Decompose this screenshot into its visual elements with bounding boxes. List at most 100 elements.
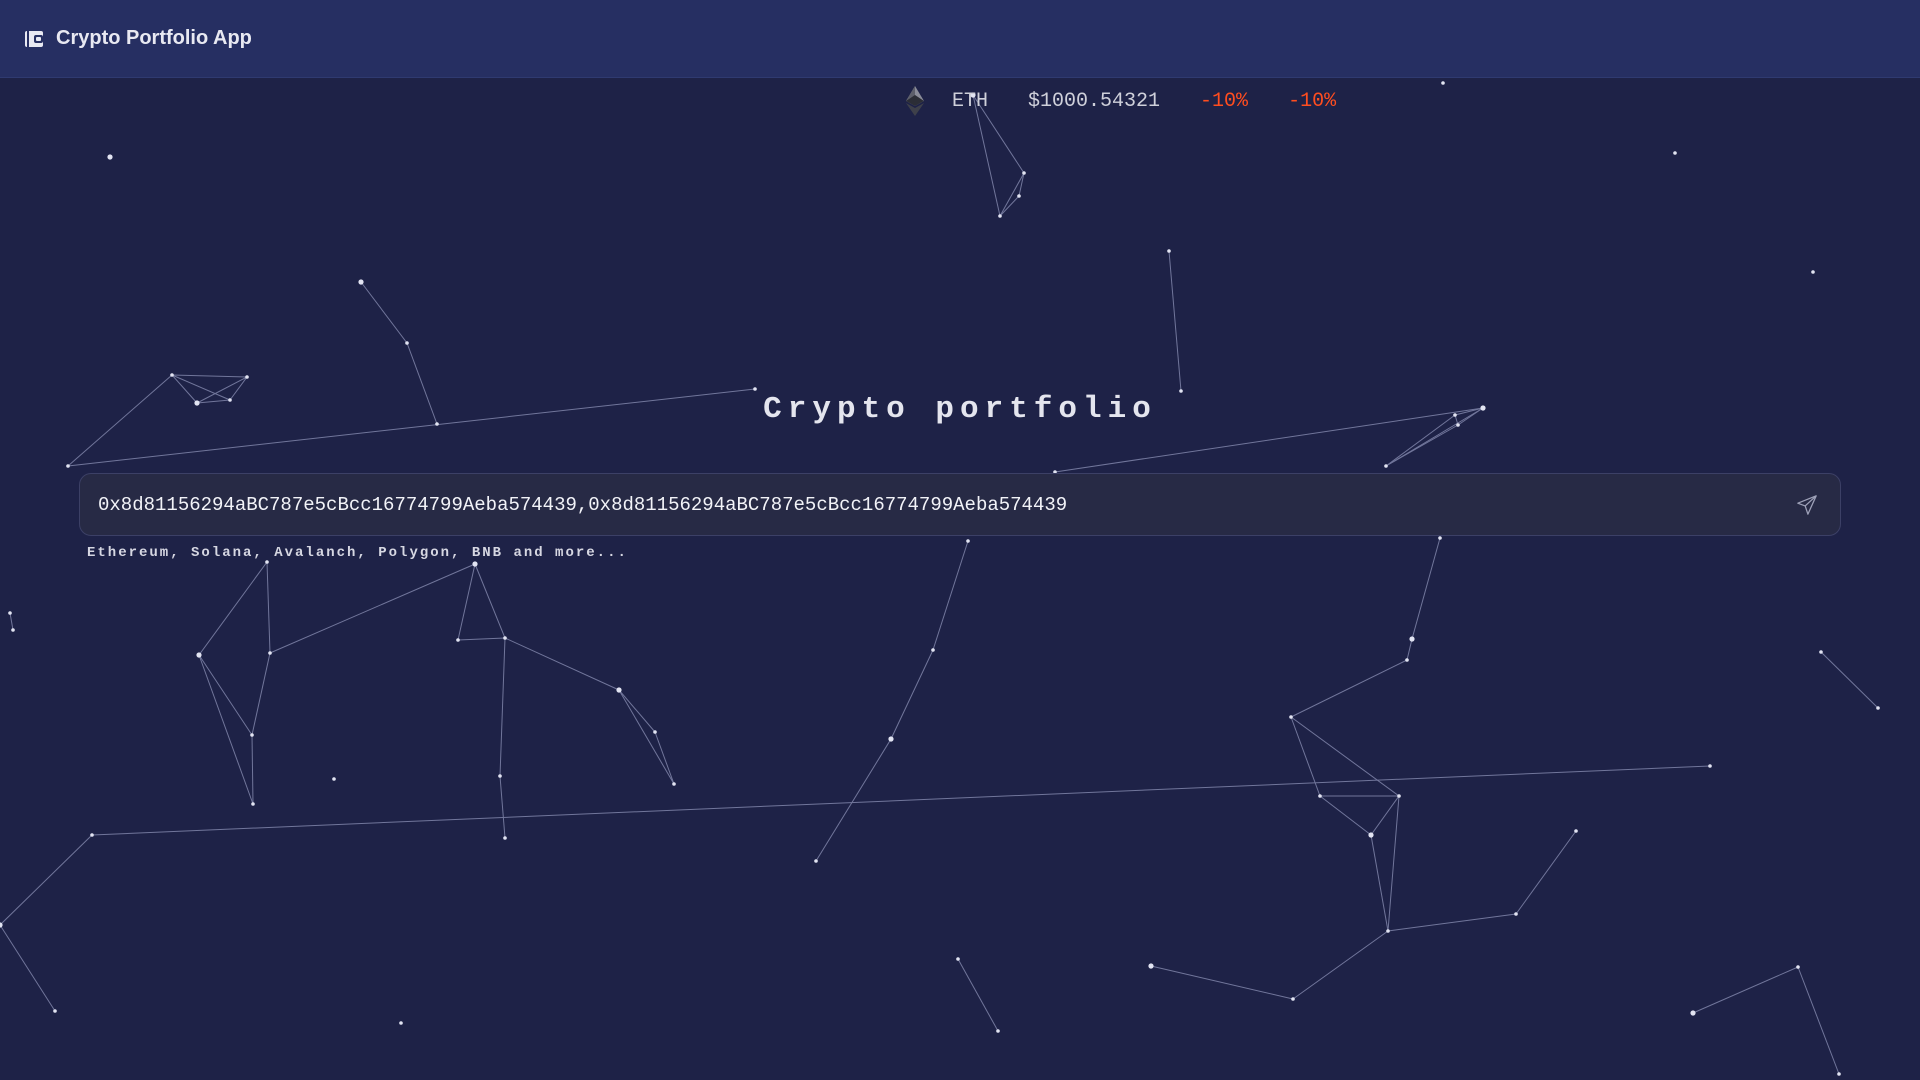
network-node — [1438, 536, 1442, 540]
network-line — [0, 834, 93, 926]
network-node — [358, 279, 364, 285]
network-node — [456, 638, 460, 642]
network-line — [1168, 250, 1182, 392]
network-node — [1514, 912, 1518, 916]
network-node — [1386, 929, 1390, 933]
network-node — [251, 802, 255, 806]
network-line — [815, 738, 892, 862]
network-line — [1292, 930, 1389, 1000]
app-header: Crypto Portfolio App — [0, 0, 1920, 78]
network-line — [654, 731, 675, 785]
network-node — [332, 777, 336, 781]
network-node — [1384, 464, 1388, 468]
network-line — [1692, 966, 1799, 1014]
ethereum-icon — [904, 85, 926, 117]
network-node — [653, 730, 657, 734]
network-line — [457, 563, 476, 641]
network-node — [888, 736, 894, 742]
network-line — [1290, 659, 1408, 718]
supported-chains-hint: Ethereum, Solana, Avalanch, Polygon, BNB… — [87, 545, 628, 561]
network-line — [999, 172, 1025, 217]
network-line — [1150, 965, 1294, 1000]
network-line — [504, 637, 620, 691]
network-node — [1017, 194, 1021, 198]
network-node — [672, 782, 676, 786]
network-node — [1409, 636, 1415, 642]
network-node — [1318, 794, 1322, 798]
network-node — [931, 648, 935, 652]
network-line — [1387, 913, 1517, 932]
network-line — [269, 563, 476, 654]
network-node — [814, 859, 818, 863]
network-line — [91, 765, 1711, 836]
network-line — [1387, 795, 1400, 932]
network-line — [1797, 966, 1840, 1075]
network-line — [0, 924, 56, 1012]
network-node — [998, 214, 1002, 218]
network-line — [360, 281, 408, 344]
network-line — [499, 775, 506, 839]
submit-button[interactable] — [1792, 490, 1822, 520]
network-node — [8, 611, 12, 615]
network-line — [932, 540, 969, 651]
network-node — [1368, 832, 1374, 838]
network-node — [1837, 1072, 1841, 1076]
network-node — [90, 833, 94, 837]
network-line — [198, 654, 254, 805]
network-node — [503, 836, 507, 840]
ticker-change-2: -10% — [1288, 89, 1337, 113]
send-icon — [1797, 494, 1817, 515]
network-node — [1291, 997, 1295, 1001]
network-node — [107, 154, 113, 160]
network-node — [1811, 270, 1815, 274]
network-node — [616, 687, 622, 693]
network-line — [1290, 716, 1400, 797]
network-node — [1673, 151, 1677, 155]
network-line — [1319, 795, 1372, 836]
network-line — [266, 561, 271, 654]
page-title: Crypto portfolio — [763, 392, 1157, 427]
wallet-address-input[interactable] — [98, 493, 1792, 516]
network-node — [966, 539, 970, 543]
network-node — [1690, 1010, 1696, 1016]
network-line — [251, 734, 254, 805]
network-node — [399, 1021, 403, 1025]
network-node — [170, 373, 174, 377]
network-node — [996, 1029, 1000, 1033]
network-node — [53, 1009, 57, 1013]
network-line — [1411, 537, 1441, 640]
network-node — [196, 652, 202, 658]
network-node — [268, 651, 272, 655]
network-node — [1397, 794, 1401, 798]
wallet-address-search — [79, 473, 1841, 536]
network-node — [1819, 650, 1823, 654]
network-line — [1018, 172, 1025, 197]
network-line — [618, 689, 675, 785]
network-node — [1405, 658, 1409, 662]
wallet-icon — [24, 29, 44, 49]
particle-network-background — [0, 81, 1880, 1076]
network-line — [251, 652, 271, 736]
network-node — [1708, 764, 1712, 768]
network-line — [198, 654, 253, 736]
network-node — [1796, 965, 1800, 969]
network-node — [1574, 829, 1578, 833]
network-node — [753, 387, 757, 391]
network-node — [498, 774, 502, 778]
network-line — [1370, 834, 1389, 932]
network-line — [1370, 795, 1400, 836]
network-node — [250, 733, 254, 737]
network-node — [503, 636, 507, 640]
network-node — [956, 957, 960, 961]
network-node — [1289, 715, 1293, 719]
network-line — [1820, 651, 1879, 709]
ticker-symbol: ETH — [952, 89, 989, 113]
network-node — [1441, 81, 1445, 85]
network-line — [457, 637, 506, 641]
network-node — [1022, 171, 1026, 175]
network-line — [9, 612, 14, 631]
network-line — [171, 374, 248, 378]
network-line — [890, 649, 934, 740]
ticker-price: $1000.54321 — [1028, 89, 1161, 113]
network-node — [1148, 963, 1154, 969]
